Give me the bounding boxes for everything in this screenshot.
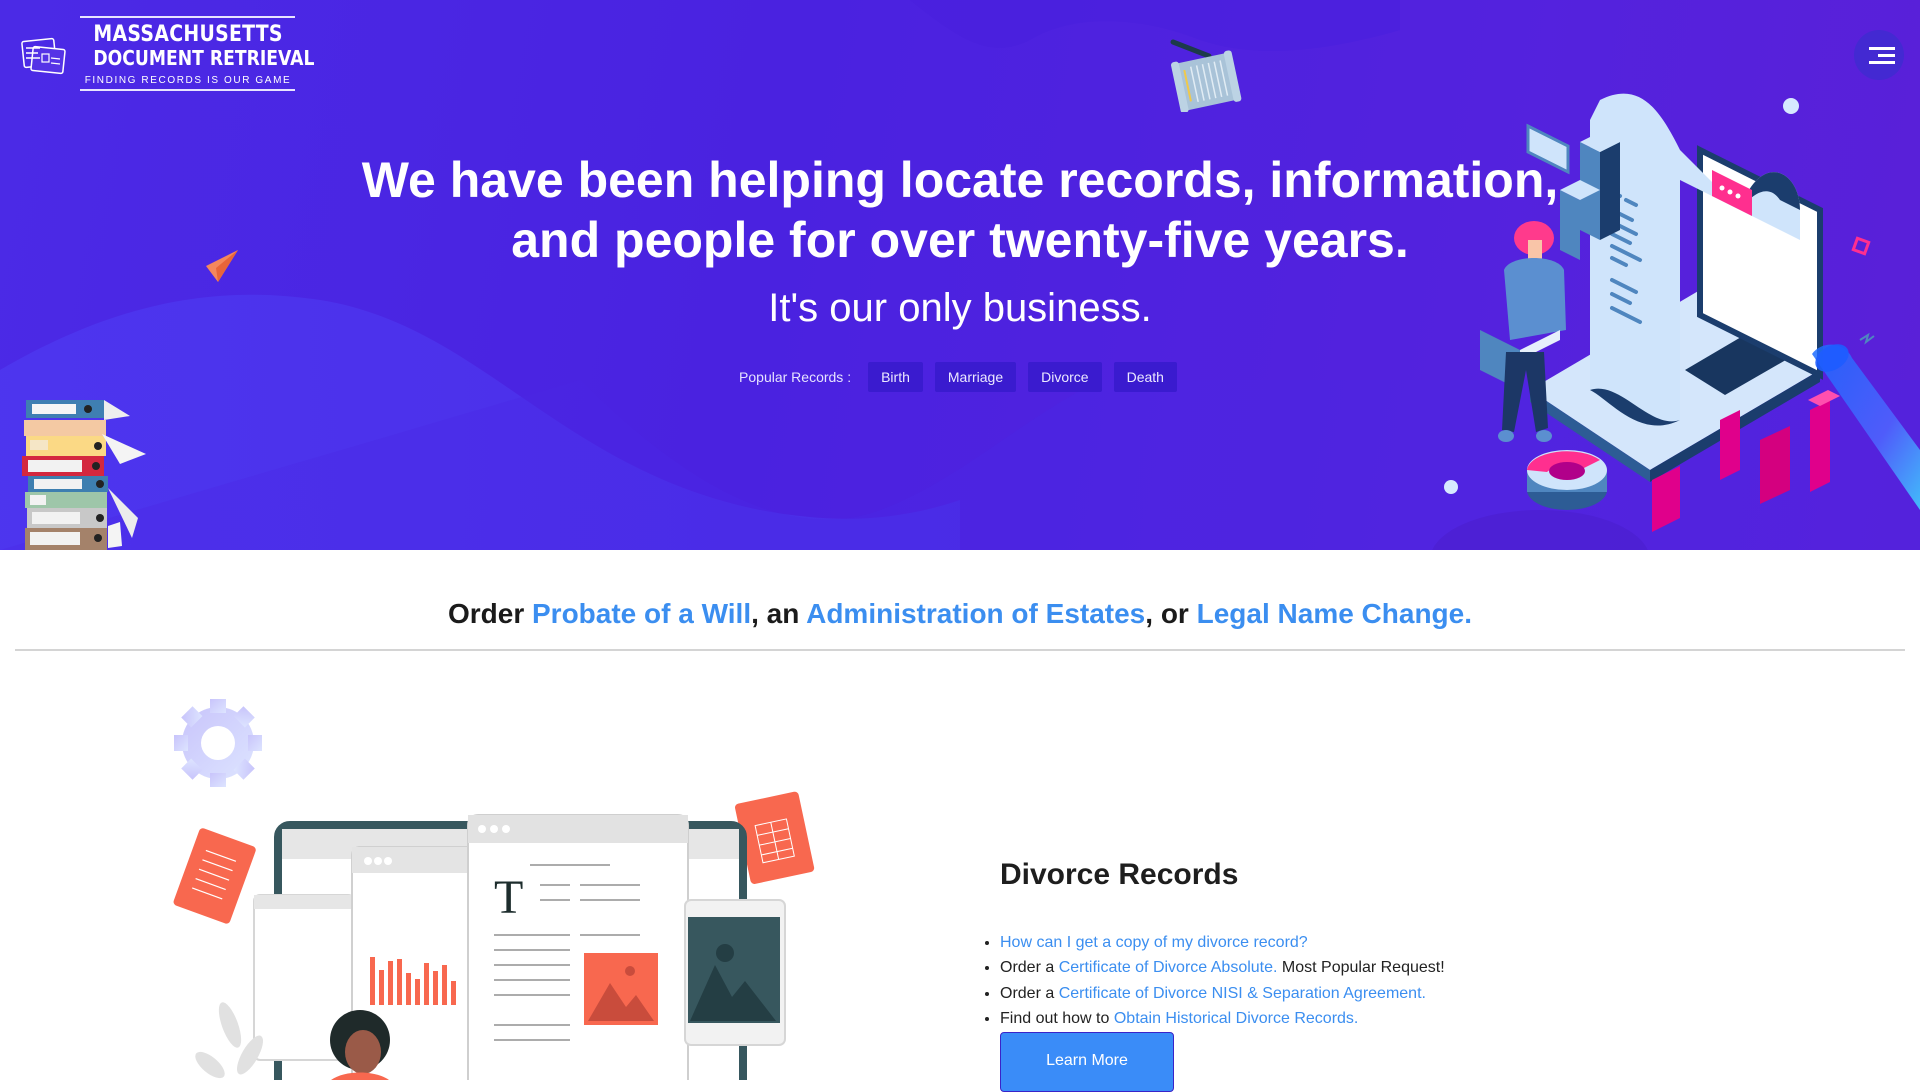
- logo-rule-bottom: [80, 89, 295, 91]
- popular-records-bar: Popular Records : Birth Marriage Divorce…: [0, 362, 1920, 392]
- list-item-prefix: Find out how to: [1000, 1009, 1114, 1027]
- divorce-records-list: How can I get a copy of my divorce recor…: [1000, 930, 1445, 1031]
- logo-title-line1: MASSACHUSETTS: [93, 22, 283, 47]
- popular-record-death-button[interactable]: Death: [1113, 362, 1177, 392]
- order-prefix: Order: [447, 598, 532, 629]
- certificate-divorce-nisi-link[interactable]: Certificate of Divorce NISI & Separation…: [1059, 985, 1426, 1002]
- popular-records-label: Popular Records :: [739, 369, 852, 385]
- logo-tagline: FINDING RECORDS IS OUR GAME: [84, 75, 292, 86]
- menu-button[interactable]: [1854, 30, 1904, 80]
- hamburger-line: [1869, 61, 1895, 64]
- order-banner-heading: Order Probate of a Will, an Administrati…: [0, 598, 1920, 630]
- hero-headline-line2: and people for over twenty-five years.: [511, 212, 1409, 268]
- gear-icon: [174, 699, 262, 787]
- popular-record-divorce-button[interactable]: Divorce: [1028, 362, 1102, 392]
- logo-rule-top: [80, 16, 295, 18]
- popular-record-birth-button[interactable]: Birth: [868, 362, 923, 392]
- scroll-document-icon: [1170, 39, 1242, 112]
- list-item-prefix: Order a: [1000, 959, 1059, 977]
- section-divider: [15, 649, 1905, 651]
- hero-headline: We have been helping locate records, inf…: [0, 150, 1920, 270]
- hero-banner: MASSACHUSETTS DOCUMENT RETRIEVAL FINDING…: [0, 0, 1920, 550]
- learn-more-button[interactable]: Learn More: [1000, 1032, 1174, 1092]
- hero-headline-line1: We have been helping locate records, inf…: [361, 152, 1559, 208]
- divorce-records-heading: Divorce Records: [1000, 858, 1239, 891]
- list-item-prefix: Order a: [1000, 984, 1059, 1002]
- probate-of-a-will-link[interactable]: Probate of a Will: [532, 598, 751, 629]
- hamburger-menu-icon: [1869, 47, 1895, 50]
- hamburger-line: [1878, 54, 1895, 57]
- certificate-divorce-absolute-link[interactable]: Certificate of Divorce Absolute.: [1059, 959, 1278, 976]
- list-item: Find out how to Obtain Historical Divorc…: [1000, 1006, 1445, 1031]
- list-item: Order a Certificate of Divorce Absolute.…: [1000, 955, 1445, 980]
- historical-divorce-records-link[interactable]: Obtain Historical Divorce Records.: [1114, 1010, 1359, 1027]
- list-item-suffix: Most Popular Request!: [1277, 959, 1445, 977]
- popular-record-marriage-button[interactable]: Marriage: [934, 362, 1017, 392]
- order-separator: , or: [1145, 598, 1197, 629]
- documents-logo-icon: [21, 37, 66, 75]
- administration-of-estates-link[interactable]: Administration of Estates: [806, 598, 1145, 629]
- divorce-record-copy-link[interactable]: How can I get a copy of my divorce recor…: [1000, 934, 1308, 951]
- logo-text: MASSACHUSETTS DOCUMENT RETRIEVAL FINDING…: [78, 16, 315, 91]
- logo-title-line2: DOCUMENT RETRIEVAL: [93, 46, 315, 70]
- hero-subheadline: It's our only business.: [768, 286, 1152, 330]
- legal-name-change-link[interactable]: Legal Name Change.: [1197, 598, 1472, 629]
- site-logo[interactable]: MASSACHUSETTS DOCUMENT RETRIEVAL FINDING…: [20, 16, 315, 96]
- order-separator: , an: [751, 598, 807, 629]
- list-item: Order a Certificate of Divorce NISI & Se…: [1000, 981, 1445, 1006]
- list-item: How can I get a copy of my divorce recor…: [1000, 930, 1445, 955]
- documents-illustration: T: [173, 699, 815, 1080]
- svg-text:T: T: [494, 871, 523, 924]
- binder-stack-illustration: [22, 400, 146, 550]
